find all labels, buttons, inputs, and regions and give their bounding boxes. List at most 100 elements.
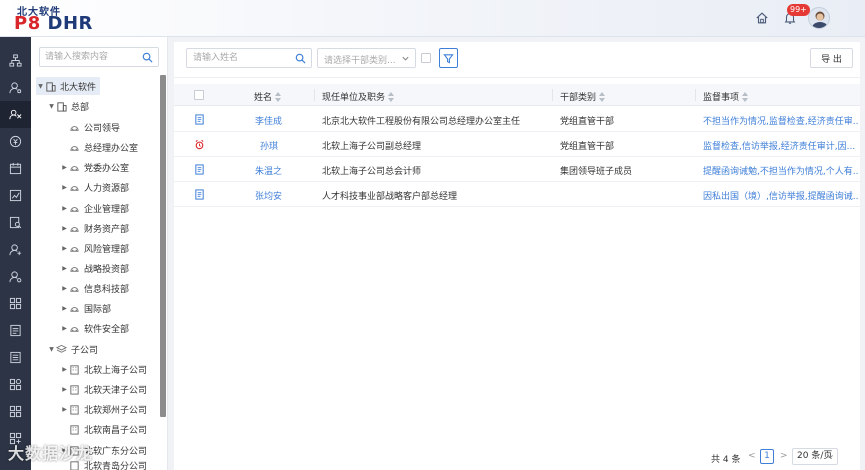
sort-icon[interactable] [388, 91, 395, 102]
cell-name[interactable]: 孙琪 [260, 139, 278, 152]
page-size-select[interactable]: 20 条/页 [792, 448, 838, 465]
tree-node-hq[interactable]: ▼ 总部 [47, 97, 89, 115]
tree-node-dept[interactable]: 总经理办公室 [60, 138, 138, 156]
cell-supervision[interactable]: 因私出国（境）,信访举报,提醒函询诫... [703, 189, 859, 202]
tree-node-label: 战略投资部 [84, 264, 130, 275]
tree-node-dept[interactable]: ▶ 风险管理部 [60, 239, 129, 257]
table-row[interactable]: 李佳成 北京北大软件工程股份有限公司总经理办公室主任 党组直管干部 不担当作为情… [174, 107, 860, 132]
form-icon[interactable] [0, 317, 31, 344]
tree-node-dept[interactable]: ▶ 国际部 [60, 299, 111, 317]
expand-arrow-icon[interactable]: ▶ [60, 205, 69, 212]
header-name[interactable]: 姓名 [254, 90, 282, 103]
filter-checkbox[interactable] [421, 53, 431, 63]
sort-icon[interactable] [742, 91, 749, 102]
tree-node-company[interactable]: ▶ 北软天津子公司 [60, 380, 147, 398]
building-icon [46, 81, 56, 92]
document-icon[interactable] [194, 114, 205, 125]
user-settings-icon[interactable] [0, 263, 31, 290]
name-search-input[interactable] [187, 49, 287, 67]
category-select[interactable]: 请选择干部类别... [317, 48, 416, 68]
tree-node-dept[interactable]: ▶ 党委办公室 [60, 158, 129, 176]
tree-scrollbar[interactable] [160, 75, 166, 417]
tree-node-dept[interactable]: ▶ 企业管理部 [60, 199, 129, 217]
document-icon[interactable] [194, 164, 205, 175]
table-row[interactable]: 张均安 人才科技事业部战略客户部总经理 因私出国（境）,信访举报,提醒函询诫..… [174, 182, 860, 207]
expand-arrow-icon[interactable]: ▶ [60, 406, 69, 413]
cell-supervision[interactable]: 监督检查,信访举报,经济责任审计,因... [703, 139, 859, 152]
tree-node-company[interactable]: 北软南昌子公司 [60, 420, 147, 438]
tree-node-dept[interactable]: 公司领导 [60, 118, 120, 136]
expand-arrow-icon[interactable]: ▶ [60, 184, 69, 191]
tree-search-input[interactable] [40, 48, 135, 66]
collapse-arrow-icon[interactable]: ▼ [47, 346, 56, 353]
header-supervision[interactable]: 监督事项 [703, 90, 749, 103]
department-icon [70, 306, 79, 312]
watermark: 大数据沙龙 [8, 444, 94, 463]
sort-icon[interactable] [599, 91, 606, 102]
cell-name[interactable]: 张均安 [255, 189, 282, 202]
tree-node-dept[interactable]: ▶ 战略投资部 [60, 259, 129, 277]
cell-supervision[interactable]: 不担当作为情况,监督检查,经济责任审... [703, 114, 859, 127]
apps-icon[interactable] [0, 290, 31, 317]
alarm-icon[interactable] [194, 139, 205, 150]
user-add-icon[interactable] [0, 236, 31, 263]
search-icon[interactable] [142, 52, 153, 63]
collapse-arrow-icon[interactable]: ▼ [36, 83, 45, 90]
document-list-icon[interactable] [0, 344, 31, 371]
tree-node-label: 北软广东分公司 [84, 446, 148, 457]
document-icon[interactable] [194, 189, 205, 200]
total-count: 共 4 条 [711, 455, 741, 465]
column-separator [552, 89, 553, 101]
header-category[interactable]: 干部类别 [560, 90, 606, 103]
user-search-icon[interactable] [0, 74, 31, 101]
header-supervision-label: 监督事项 [703, 93, 740, 103]
page-number-button[interactable]: 1 [760, 449, 774, 464]
avatar[interactable] [808, 7, 830, 29]
tree-node-company[interactable]: ▶ 北软郑州子公司 [60, 400, 147, 418]
grid-icon[interactable] [0, 398, 31, 425]
header-position[interactable]: 现任单位及职务 [322, 90, 395, 103]
search-icon[interactable] [295, 53, 306, 64]
cell-name[interactable]: 朱温之 [255, 164, 282, 177]
expand-arrow-icon[interactable]: ▶ [60, 285, 69, 292]
tree-node-company[interactable]: ▶ 北软上海子公司 [60, 360, 147, 378]
filter-button[interactable] [439, 48, 458, 68]
cell-supervision[interactable]: 提醒函询诫勉,不担当作为情况,个人有... [703, 164, 859, 177]
expand-arrow-icon[interactable]: ▶ [60, 164, 69, 171]
prev-page-button[interactable]: < [748, 451, 756, 461]
home-icon[interactable] [755, 11, 769, 25]
supervision-icon[interactable] [0, 101, 31, 128]
expand-arrow-icon[interactable]: ▶ [60, 386, 69, 393]
expand-arrow-icon[interactable]: ▶ [60, 305, 69, 312]
export-button[interactable]: 导 出 [810, 48, 853, 68]
salary-icon[interactable] [0, 128, 31, 155]
tree-node-subsidiaries[interactable]: ▼ 子公司 [47, 340, 98, 358]
department-icon [70, 286, 79, 292]
report-search-icon[interactable] [0, 209, 31, 236]
department-icon [70, 185, 79, 191]
expand-arrow-icon[interactable]: ▶ [60, 245, 69, 252]
org-chart-icon[interactable] [0, 47, 31, 74]
next-page-button[interactable]: > [780, 451, 788, 461]
expand-arrow-icon[interactable]: ▶ [60, 225, 69, 232]
calendar-icon[interactable] [0, 155, 31, 182]
tree-node-dept[interactable]: ▶ 软件安全部 [60, 319, 129, 337]
tree-node-dept[interactable]: ▶ 人力资源部 [60, 178, 129, 196]
expand-arrow-icon[interactable]: ▶ [60, 366, 69, 373]
tree-node-root[interactable]: ▼ 北大软件 [36, 77, 101, 95]
modules-icon[interactable] [0, 371, 31, 398]
chart-icon[interactable] [0, 182, 31, 209]
tree-node-dept[interactable]: ▶ 信息科技部 [60, 279, 129, 297]
table-row[interactable]: 朱温之 北软上海子公司总会计师 集团领导班子成员 提醒函询诫勉,不担当作为情况,… [174, 157, 860, 182]
tree-node-label: 总部 [71, 102, 90, 113]
cell-name[interactable]: 李佳成 [255, 114, 282, 127]
expand-arrow-icon[interactable]: ▶ [60, 265, 69, 272]
tree-node-label: 信息科技部 [84, 284, 130, 295]
table-row[interactable]: 孙琪 北软上海子公司副总经理 党组直管干部 监督检查,信访举报,经济责任审计,因… [174, 132, 860, 157]
expand-arrow-icon[interactable]: ▶ [60, 325, 69, 332]
select-all-checkbox[interactable] [194, 90, 204, 100]
tree-node-dept[interactable]: ▶ 财务资产部 [60, 219, 129, 237]
sort-icon[interactable] [275, 91, 282, 102]
tree-node-label: 财务资产部 [84, 224, 130, 235]
collapse-arrow-icon[interactable]: ▼ [47, 103, 56, 110]
